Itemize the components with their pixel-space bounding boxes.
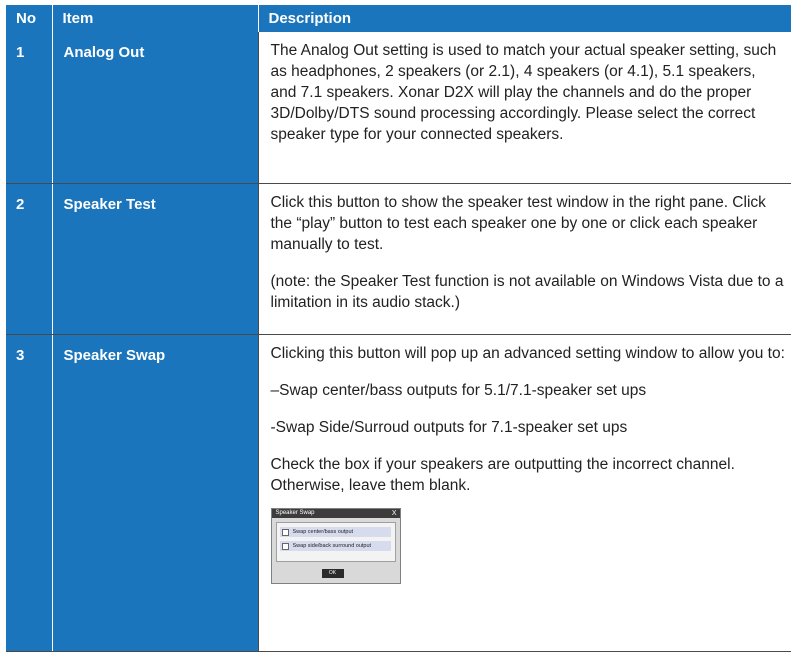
row-item: Speaker Swap	[52, 334, 259, 652]
row-number: 1	[6, 32, 53, 184]
swap-side-back-option[interactable]: Swap side/back surround output	[279, 541, 391, 551]
option-label: Swap center/bass output	[292, 529, 354, 535]
row-number: 3	[6, 334, 53, 652]
checkbox-icon[interactable]	[281, 528, 289, 536]
header-no: No	[6, 5, 53, 32]
header-item: Item	[52, 5, 259, 32]
option-label: Swap side/back surround output	[292, 543, 372, 549]
row-description: Click this button to show the speaker te…	[258, 183, 791, 335]
description-note: (note: the Speaker Test function is not …	[270, 273, 784, 311]
row-description: The Analog Out setting is used to match …	[258, 32, 791, 184]
header-description: Description	[258, 5, 791, 32]
description-paragraph: Click this button to show the speaker te…	[270, 194, 766, 253]
row-number: 2	[6, 183, 53, 335]
description-paragraph: The Analog Out setting is used to match …	[270, 42, 777, 143]
description-paragraph: Check the box if your speakers are outpu…	[270, 456, 735, 494]
close-icon[interactable]: X	[392, 509, 397, 518]
dialog-title: Speaker Swap	[275, 510, 315, 516]
dialog-options-panel: Swap center/bass output Swap side/back s…	[275, 522, 396, 562]
description-bullet: –Swap center/bass outputs for 5.1/7.1-sp…	[270, 382, 647, 399]
description-paragraph: Clicking this button will pop up an adva…	[270, 345, 785, 362]
swap-center-bass-option[interactable]: Swap center/bass output	[279, 527, 391, 537]
speaker-settings-table: No Item Description 1 Analog Out The Ana…	[6, 5, 791, 652]
checkbox-icon[interactable]	[281, 542, 289, 550]
row-item: Speaker Test	[52, 183, 259, 335]
table-row: 1 Analog Out The Analog Out setting is u…	[6, 32, 791, 184]
dialog-title-bar: Speaker Swap X	[271, 509, 400, 518]
ok-button[interactable]: OK	[321, 569, 344, 578]
description-bullet: -Swap Side/Surroud outputs for 7.1-speak…	[270, 419, 628, 436]
table-header-row: No Item Description	[6, 5, 791, 32]
speaker-swap-dialog-thumbnail: Speaker Swap X Swap center/bass output S…	[270, 508, 401, 584]
table-row: 2 Speaker Test Click this button to show…	[6, 183, 791, 335]
table-row: 3 Speaker Swap Clicking this button will…	[6, 334, 791, 652]
row-description: Clicking this button will pop up an adva…	[258, 334, 791, 652]
row-item: Analog Out	[52, 32, 259, 184]
